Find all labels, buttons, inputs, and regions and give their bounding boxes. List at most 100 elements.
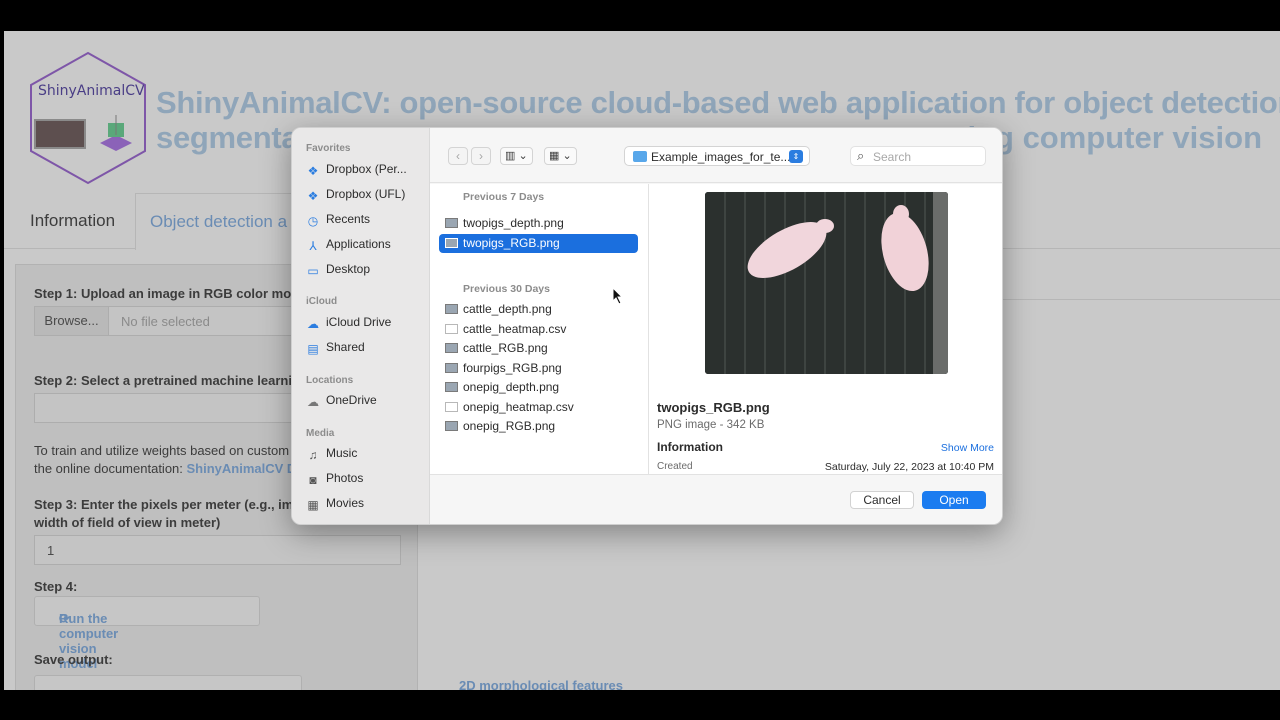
step4-label: Step 4: [34, 579, 78, 594]
sidebar-item-icloud-drive[interactable]: ☁ iCloud Drive [306, 315, 391, 333]
sidebar-item-applications[interactable]: ⅄ Applications [306, 237, 390, 255]
save-button[interactable] [34, 675, 302, 690]
step1-label: Step 1: Upload an image in RGB color mod… [34, 286, 307, 301]
documentation-link[interactable]: ShinyAnimalCV Do [187, 461, 305, 476]
browse-button[interactable]: Browse... [35, 307, 109, 335]
run-model-button[interactable]: ⟳ Run the computer vision model [34, 596, 260, 671]
search-field[interactable]: ⌕ [850, 146, 986, 166]
dialog-footer: Cancel Open [430, 474, 1002, 524]
file-row[interactable]: onepig_depth.png [439, 378, 638, 397]
file-list: Previous 7 Days twopigs_depth.png twopig… [430, 184, 648, 474]
search-input[interactable] [873, 149, 981, 164]
logo-pig-image [34, 119, 86, 149]
morphological-features-tab[interactable]: 2D morphological features [459, 678, 623, 690]
sidebar-item-recents[interactable]: ◷ Recents [306, 212, 370, 230]
no-file-text: No file selected [121, 314, 210, 329]
clock-icon: ◷ [307, 214, 319, 228]
created-label: Created [657, 461, 693, 472]
sidebar-item-music[interactable]: ♫ Music [306, 446, 358, 464]
tab-object-detection[interactable]: Object detection a [135, 193, 305, 250]
sidebar-section-media: Media [306, 428, 335, 439]
letterbox-bottom [0, 690, 1280, 720]
film-icon: ▦ [307, 498, 319, 512]
preview-thumbnail [705, 192, 948, 374]
desktop-icon: ▭ [307, 264, 319, 278]
pixels-per-meter-input[interactable]: 1 [34, 535, 401, 565]
file-row[interactable]: fourpigs_RGB.png [439, 359, 638, 378]
sidebar-section-locations: Locations [306, 375, 354, 386]
file-row[interactable]: cattle_RGB.png [439, 339, 638, 358]
image-file-icon [445, 382, 458, 392]
applications-icon: ⅄ [309, 239, 317, 253]
sidebar-item-desktop[interactable]: ▭ Desktop [306, 262, 370, 280]
documentation-prefix: the online documentation: [34, 461, 187, 476]
dropbox-icon: ❖ [307, 189, 319, 203]
sidebar-section-icloud: iCloud [306, 296, 338, 307]
file-row[interactable]: cattle_heatmap.csv [439, 320, 638, 339]
image-file-icon [445, 363, 458, 373]
sidebar-item-shared[interactable]: ▤ Shared [306, 340, 364, 358]
group-view-button[interactable]: ▦ ⌄ [544, 147, 577, 165]
back-button[interactable]: ‹ [448, 147, 468, 165]
search-icon: ⌕ [857, 148, 865, 163]
image-file-icon [445, 421, 458, 431]
cloud-icon: ☁ [307, 395, 319, 409]
open-button[interactable]: Open [922, 491, 986, 509]
file-row[interactable]: cattle_depth.png [439, 300, 638, 319]
file-row[interactable]: onepig_heatmap.csv [439, 398, 638, 417]
logo-text: ShinyAnimalCV [38, 83, 145, 99]
chevron-right-icon: › [479, 149, 483, 163]
app-title-line1: ShinyAnimalCV: open-source cloud-based w… [156, 85, 1280, 120]
preview-info-heading: Information [657, 440, 723, 454]
preview-pane: twopigs_RGB.png PNG image - 342 KB Infor… [648, 184, 1002, 474]
chevron-left-icon: ‹ [456, 149, 460, 163]
document-icon [445, 324, 458, 334]
mouse-cursor-icon [612, 287, 624, 305]
tab-object-detection-label: Object detection a [150, 212, 288, 231]
column-view-button[interactable]: ▥ ⌄ [500, 147, 533, 165]
model-select[interactable] [34, 393, 302, 423]
pixels-per-meter-value: 1 [47, 543, 55, 558]
group-header-30-days: Previous 30 Days [463, 283, 550, 295]
document-icon [445, 402, 458, 412]
app-title-line2-right: ing computer vision [967, 120, 1262, 155]
tab-information[interactable]: Information [30, 211, 115, 231]
path-popup[interactable]: Example_images_for_te... ⇕ [624, 146, 810, 166]
file-row[interactable]: onepig_RGB.png [439, 417, 638, 436]
grid-icon: ▦ [549, 150, 560, 162]
image-file-icon [445, 218, 458, 228]
custom-weights-text: To train and utilize weights based on cu… [34, 443, 300, 458]
forward-button[interactable]: › [471, 147, 491, 165]
letterbox-top [0, 0, 1280, 31]
shared-folder-icon: ▤ [307, 342, 319, 356]
columns-icon: ▥ [505, 150, 516, 162]
sidebar-item-movies[interactable]: ▦ Movies [306, 496, 364, 514]
sidebar-item-onedrive[interactable]: ☁ OneDrive [306, 393, 377, 411]
camera-icon: ◙ [309, 473, 317, 487]
save-output-label: Save output: [34, 652, 113, 667]
created-value: Saturday, July 22, 2023 at 10:40 PM [824, 461, 994, 473]
dialog-sidebar: Favorites ❖ Dropbox (Per... ❖ Dropbox (UFL… [292, 128, 430, 524]
sidebar-item-dropbox-ufl[interactable]: ❖ Dropbox (UFL) [306, 187, 406, 205]
chevron-down-icon: ⌄ [562, 150, 572, 162]
sidebar-section-favorites: Favorites [306, 143, 351, 154]
file-row[interactable]: twopigs_depth.png [439, 214, 638, 233]
cancel-button[interactable]: Cancel [850, 491, 914, 509]
show-more-link[interactable]: Show More [941, 442, 994, 454]
preview-filekind: PNG image - 342 KB [657, 419, 765, 431]
sidebar-item-photos[interactable]: ◙ Photos [306, 471, 363, 489]
preview-filename: twopigs_RGB.png [657, 400, 770, 415]
cloud-icon: ☁ [307, 317, 319, 331]
path-label: Example_images_for_te... [651, 150, 791, 164]
file-upload[interactable]: Browse... No file selected [34, 306, 302, 336]
image-file-icon [445, 238, 458, 248]
sidebar-item-dropbox-personal[interactable]: ❖ Dropbox (Per... [306, 162, 407, 180]
file-row-selected[interactable]: twopigs_RGB.png [439, 234, 638, 253]
folder-icon [633, 151, 647, 162]
music-icon: ♫ [308, 448, 318, 462]
chevron-down-icon: ⌄ [518, 150, 528, 162]
step3-label: Step 3: Enter the pixels per meter (e.g.… [34, 497, 309, 512]
logo-3d-plot-icon [100, 115, 132, 151]
documentation-text: the online documentation: ShinyAnimalCV … [34, 461, 304, 476]
group-header-7-days: Previous 7 Days [463, 191, 545, 203]
